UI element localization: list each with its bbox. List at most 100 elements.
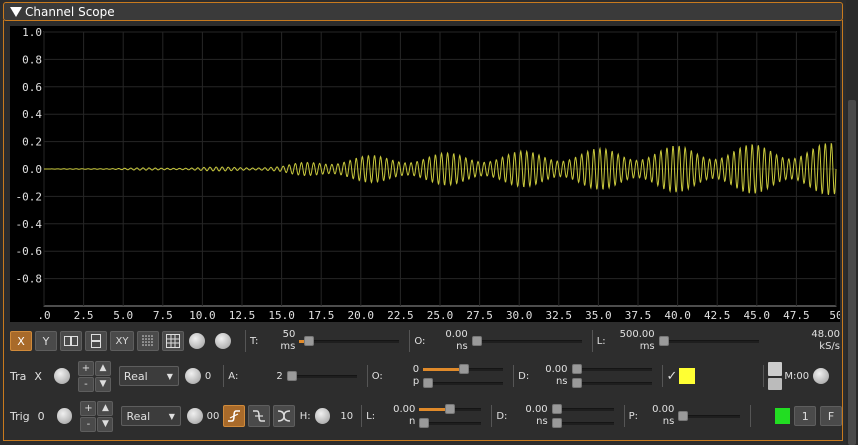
trace-delay-coarse-track (571, 368, 652, 371)
scrollbar-thumb[interactable] (848, 100, 856, 445)
amplitude-slider[interactable] (286, 371, 357, 381)
memory-knob[interactable] (813, 368, 830, 384)
falling-edge-button[interactable] (248, 405, 270, 427)
trigger-index: 0 (37, 409, 45, 423)
offset-fine-handle[interactable] (423, 378, 434, 388)
trigger-delay-coarse-handle[interactable] (551, 404, 562, 414)
time-offset-handle[interactable] (471, 336, 482, 346)
offset-coarse-handle[interactable] (459, 364, 470, 374)
time-slider[interactable] (299, 336, 400, 346)
save-icon[interactable] (768, 362, 783, 376)
rising-edge-icon (228, 410, 241, 422)
remove-trace-button[interactable]: - (77, 376, 94, 392)
intensity-knob[interactable] (189, 333, 205, 349)
freerun-button[interactable]: F (820, 406, 842, 426)
time-slider-handle[interactable] (304, 336, 315, 346)
add-trace-button[interactable]: + (77, 360, 94, 376)
trace-delay-fine-slider[interactable] (571, 378, 652, 388)
divider (223, 365, 225, 387)
trace-name: X (34, 369, 42, 383)
offset-coarse-slider[interactable] (423, 364, 504, 374)
trace-length-handle[interactable] (658, 336, 669, 346)
grid-lines-button[interactable] (162, 331, 184, 351)
trace-length-slider[interactable] (658, 336, 759, 346)
scope-plot[interactable]: .0 2.5 5.0 7.5 10.0 12.5 15.0 17.5 20.0 22.5 25.0 2… (10, 26, 843, 322)
y-only-button[interactable]: Y (35, 331, 57, 351)
time-offset-number: 0.00 (445, 329, 468, 340)
offset-fine-slider[interactable] (423, 378, 504, 388)
holdoff-value: 10 (340, 410, 354, 422)
x-tick-label: 20.0 (348, 309, 375, 322)
trigger-level-coarse-slider[interactable] (419, 404, 482, 414)
trigger-mode-value: Real (126, 409, 151, 423)
move-trigger-up-button[interactable]: ▲ (97, 400, 114, 416)
x-tick-label: 47.5 (783, 309, 810, 322)
time-label: T: (250, 335, 259, 347)
x-tick-label: 10.0 (189, 309, 216, 322)
x-tick-label: 5.0 (113, 309, 133, 322)
trigger-select-knob[interactable] (56, 408, 73, 424)
y-tick-label: -0.4 (16, 218, 43, 231)
grid-lines-icon (166, 334, 180, 348)
xy-button[interactable]: XY (110, 331, 134, 351)
collapse-triangle-icon[interactable] (10, 6, 22, 17)
trace-length-track (658, 340, 759, 343)
x-tick-label: 30.0 (506, 309, 533, 322)
trigger-level-coarse-handle[interactable] (445, 404, 456, 414)
rising-edge-button[interactable] (223, 405, 246, 427)
trigger-delay-fine-slider[interactable] (551, 418, 614, 428)
x-only-button[interactable]: X (10, 331, 32, 351)
amplitude-value: 2 (276, 370, 283, 382)
divider (366, 365, 368, 387)
trace-delay-fine-handle[interactable] (571, 378, 582, 388)
grid-dots-icon (142, 335, 153, 346)
y-tick-label: 0.2 (22, 136, 42, 149)
both-edges-icon (277, 410, 290, 422)
holdoff-knob[interactable] (314, 408, 331, 424)
side-by-side-button[interactable] (60, 331, 82, 351)
y-tick-label: -0.6 (16, 245, 43, 258)
trigger-level-knob[interactable] (186, 408, 203, 424)
trigger-delay-coarse-slider[interactable] (551, 404, 614, 414)
trigger-level-fine-slider[interactable] (419, 418, 482, 428)
trace-amp-knob[interactable] (184, 368, 201, 384)
trace-color-swatch[interactable] (679, 368, 696, 384)
arrow-up-icon: ▲ (99, 363, 107, 373)
pre-trigger-unit: ns (662, 416, 675, 427)
remove-trigger-button[interactable]: - (80, 416, 97, 432)
trace-intensity-knob[interactable] (215, 333, 231, 349)
grid-dots-button[interactable] (137, 331, 159, 351)
chevron-down-icon: ▼ (168, 411, 175, 421)
x-tick-label: 17.5 (308, 309, 335, 322)
x-tick-label: 7.5 (153, 309, 173, 322)
offset-unit: p (412, 376, 420, 387)
time-offset-slider[interactable] (471, 336, 582, 346)
add-trigger-button[interactable]: + (80, 400, 97, 416)
trace-delay-coarse-handle[interactable] (571, 364, 582, 374)
move-trigger-down-button[interactable]: ▼ (97, 416, 114, 432)
move-trace-down-button[interactable]: ▼ (94, 376, 111, 392)
trace-delay-coarse-slider[interactable] (571, 364, 652, 374)
x-tick-label: 2.5 (74, 309, 94, 322)
trigger-mode-select[interactable]: Real ▼ (121, 406, 181, 426)
pre-trigger-handle[interactable] (678, 411, 689, 421)
trace-select-knob[interactable] (53, 368, 70, 384)
trigger-level-fine-handle[interactable] (419, 418, 430, 428)
trace-length-label: L: (596, 335, 606, 347)
trigger-level-number: 0.00 (393, 404, 416, 415)
move-trace-up-button[interactable]: ▲ (94, 360, 111, 376)
open-folder-icon[interactable] (768, 378, 783, 390)
divider (409, 330, 411, 352)
one-shot-button[interactable]: 1 (794, 406, 817, 426)
divider (513, 365, 515, 387)
time-value-unit: ms (280, 341, 296, 352)
trace-enable-checkbox[interactable]: ✓ (667, 369, 678, 384)
trace-mode-select[interactable]: Real ▼ (118, 366, 179, 386)
trigger-level-value: 00 (206, 410, 220, 422)
trigger-delay-fine-handle[interactable] (551, 418, 562, 428)
amplitude-handle[interactable] (286, 371, 297, 381)
stacked-button[interactable] (85, 331, 107, 351)
both-edges-button[interactable] (272, 405, 295, 427)
panel-header[interactable]: Channel Scope (3, 2, 843, 21)
pre-trigger-slider[interactable] (678, 411, 740, 421)
